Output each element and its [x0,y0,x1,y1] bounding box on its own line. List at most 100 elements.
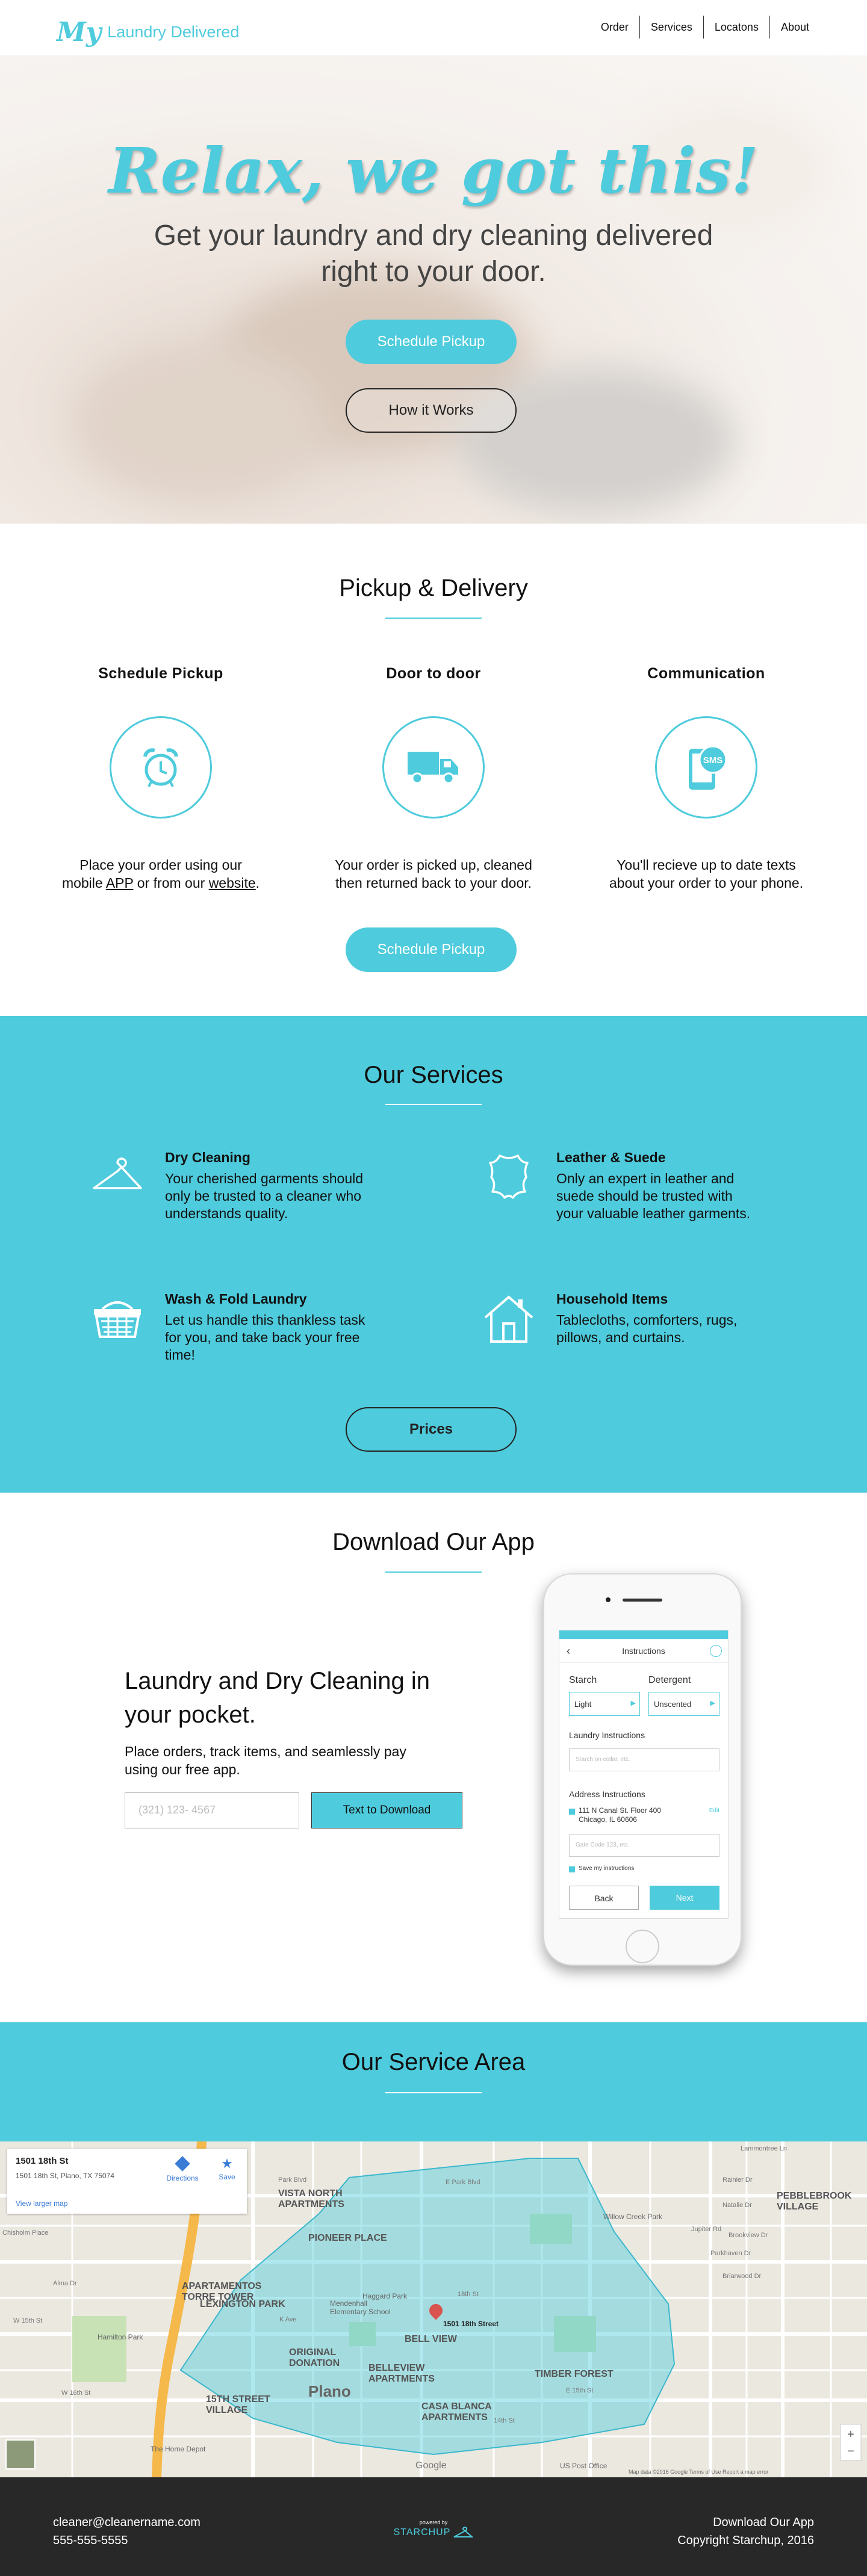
app-heading-line: your pocket. [125,1701,256,1728]
screen-header: ‹ Instructions [559,1639,728,1663]
address-line: Chicago, IL 60606 [579,1815,637,1824]
logo-my: My [57,17,102,48]
pd-heading: Communication [647,665,765,682]
service-title: Dry Cleaning [165,1150,250,1165]
street-label: Parkhaven Dr [710,2250,751,2257]
map-card-title: 1501 18th St [16,2156,69,2166]
directions-icon [175,2156,190,2172]
starch-label: Starch [569,1675,597,1685]
pd-column-door: Door to door Your order is picked up, cl… [319,665,548,892]
app-link[interactable]: APP [106,875,134,891]
zoom-in-button[interactable]: + [843,2428,859,2442]
pd-text-line: You'll recieve up to date texts [617,857,796,873]
edit-link[interactable]: Edit [709,1807,719,1814]
street-label: 14th St [494,2417,515,2424]
street-label: Jupiter Rd [691,2226,722,2233]
service-title: Wash & Fold Laundry [165,1291,307,1307]
phone-screen: ‹ Instructions Starch Detergent Light ▶ … [559,1630,729,1919]
save-instructions-label: Save my instructions [579,1865,635,1872]
hero-title: Relax, we got this! [108,134,759,208]
caret-right-icon: ▶ [710,1700,715,1707]
address-checkbox[interactable] [569,1809,575,1815]
view-larger-map-link[interactable]: View larger map [16,2199,67,2208]
pd-text: Your order is picked up, cleaned then re… [319,856,548,892]
hero-subtitle-line: right to your door. [321,256,546,288]
street-label: W 15th St [13,2317,43,2324]
service-area-title: Our Service Area [341,2049,526,2075]
pd-text-line: mobile APP or from our website. [46,874,275,892]
schedule-pickup-button[interactable]: Schedule Pickup [346,927,517,972]
pickup-section-title: Pickup & Delivery [339,575,528,601]
caret-right-icon: ▶ [630,1700,636,1707]
footer-powered-by[interactable]: powered by STARCHUP [385,2519,482,2539]
map-info-card: 1501 18th St 1501 18th St, Plano, TX 750… [7,2149,247,2214]
service-text: Tablecloths, comforters, rugs, pillows, … [556,1312,738,1345]
back-chevron-icon[interactable]: ‹ [567,1639,570,1663]
street-label: K Ave [279,2316,297,2323]
detergent-select[interactable]: Unscented ▶ [648,1692,719,1716]
hanger-logo-icon [453,2527,474,2537]
phone-speaker [623,1599,662,1602]
app-description: Place orders, track items, and seamlessl… [125,1744,406,1777]
sms-label: SMS [703,755,723,766]
footer-download-link[interactable]: Download Our App [677,2513,814,2531]
pd-icon-circle [110,716,212,819]
hero-section: Relax, we got this! Get your laundry and… [0,55,867,524]
pd-text-fragment: mobile [61,875,106,891]
pd-heading: Door to door [386,665,481,682]
website-link[interactable]: website [209,875,256,891]
pd-column-communication: Communication SMS You'll recieve up to d… [592,665,821,892]
service-title: Leather & Suede [556,1150,666,1165]
service-area-map[interactable]: 1501 18th Street VISTA NORTH APARTMENTS … [0,2141,867,2477]
text-to-download-button[interactable]: Text to Download [311,1792,462,1828]
phone-camera [606,1597,611,1602]
nav-link-order[interactable]: Order [590,16,639,39]
hero-subtitle: Get your laundry and dry cleaning delive… [0,218,867,290]
nav-links: Order Services Locatons About [590,16,820,39]
pd-text: You'll recieve up to date texts about yo… [592,856,821,892]
title-rule [385,1104,482,1105]
hanger-icon [93,1157,142,1189]
address-instructions-label: Address Instructions [569,1789,645,1799]
nav-link-about[interactable]: About [769,16,820,39]
hero-schedule-pickup-button[interactable]: Schedule Pickup [346,320,517,364]
powered-by-label: powered by [419,2519,448,2525]
logo[interactable]: My Laundry Delivered [57,17,239,48]
street-label: 18th St [458,2291,479,2298]
nav-link-locations[interactable]: Locatons [703,16,769,39]
street-label: Park Blvd [278,2176,307,2184]
starch-select[interactable]: Light ▶ [569,1692,640,1716]
how-it-works-button[interactable]: How it Works [346,388,517,433]
starchup-logo: STARCHUP [385,2527,482,2539]
address-instructions-field[interactable]: Gate Code 123, etc. [569,1834,719,1857]
save-checkbox[interactable] [569,1866,575,1872]
pd-icon-circle: SMS [655,716,757,819]
zoom-out-button[interactable]: − [843,2445,859,2459]
phone-status-bar [559,1630,728,1639]
pd-text-fragment: . [255,875,260,891]
directions-button[interactable]: Directions [161,2156,204,2182]
prices-button[interactable]: Prices [346,1407,517,1452]
app-section-title: Download Our App [332,1529,535,1555]
detergent-value: Unscented [654,1700,692,1709]
footer: cleaner@cleanername.com 555-555-5555 pow… [0,2477,867,2576]
save-button[interactable]: ★ Save [212,2157,242,2182]
house-icon [484,1295,533,1343]
footer-phone[interactable]: 555-555-5555 [53,2531,200,2550]
alarm-clock-icon [143,748,178,787]
save-label: Save [219,2173,235,2181]
phone-number-input[interactable]: (321) 123- 4567 [125,1792,299,1828]
street-label: Chisholm Place [2,2229,49,2237]
pd-text-line: Your order is picked up, cleaned [335,857,532,873]
screen-back-button[interactable]: Back [569,1886,639,1910]
footer-email[interactable]: cleaner@cleanername.com [53,2513,200,2531]
title-rule [385,2092,482,2093]
screen-title: Instructions [622,1646,665,1656]
laundry-instructions-field[interactable]: Starch on collar, etc. [569,1748,719,1771]
screen-next-button[interactable]: Next [650,1886,719,1910]
footer-contact: cleaner@cleanername.com 555-555-5555 [53,2513,200,2550]
logo-text: Laundry Delivered [107,23,240,41]
street-label: W 16th St [61,2389,91,2397]
nav-link-services[interactable]: Services [639,16,703,39]
address-line: 111 N Canal St. Floor 400 [579,1806,661,1815]
